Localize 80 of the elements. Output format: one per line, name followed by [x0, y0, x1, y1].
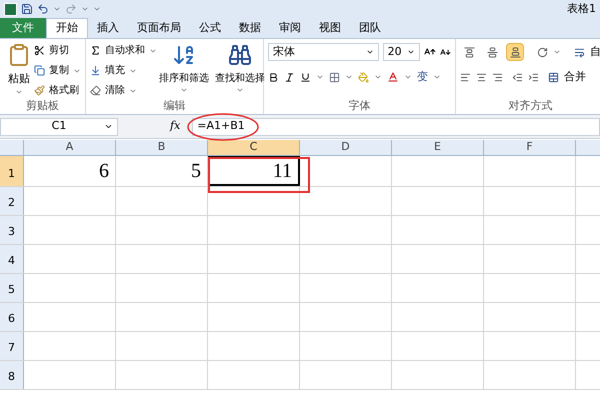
font-size-field[interactable]: 20 — [382, 43, 420, 61]
decrease-indent-icon[interactable] — [512, 72, 523, 83]
column-header[interactable]: A — [24, 140, 116, 155]
merge-label: 合并 — [564, 69, 586, 85]
ribbon-tab[interactable]: 公式 — [190, 18, 230, 38]
autosum-button[interactable]: 自动求和 — [105, 43, 145, 58]
find-select-button[interactable]: 查找和选择 — [215, 71, 265, 86]
vertical-align-icon — [510, 46, 520, 58]
sigma-icon[interactable] — [90, 45, 101, 56]
italic-icon[interactable] — [284, 72, 295, 83]
name-box[interactable]: C1 — [0, 118, 118, 136]
caret-icon[interactable] — [104, 122, 113, 131]
align-right-icon[interactable] — [492, 72, 503, 83]
cut-button[interactable]: 剪切 — [49, 43, 69, 58]
table-cell[interactable]: 11 — [208, 156, 300, 186]
vertical-align-icon — [464, 46, 474, 58]
orientation-icon[interactable] — [537, 46, 548, 58]
row-header[interactable]: 8 — [0, 361, 24, 389]
row-header[interactable]: 6 — [0, 303, 24, 331]
ribbon-tab[interactable]: 开始 — [46, 18, 88, 38]
font-name-field[interactable]: 宋体 — [268, 43, 379, 61]
group-label: 对齐方式 — [508, 98, 552, 114]
align-center-icon[interactable] — [476, 72, 487, 83]
ribbon-tab[interactable]: 数据 — [230, 18, 270, 38]
border-icon[interactable] — [329, 72, 340, 83]
group-label: 字体 — [348, 98, 370, 114]
ribbon-tab[interactable]: 插入 — [88, 18, 128, 38]
clear-button[interactable]: 清除 — [105, 83, 125, 98]
row-header[interactable]: 5 — [0, 274, 24, 302]
column-header[interactable]: C — [208, 140, 300, 155]
ribbon-tab[interactable]: 审阅 — [270, 18, 310, 38]
ribbon-tab[interactable]: 视图 — [310, 18, 350, 38]
caret-icon[interactable] — [407, 48, 416, 56]
row-header[interactable]: 1 — [0, 156, 24, 186]
font-color-icon[interactable] — [387, 71, 399, 84]
align-left-icon[interactable] — [460, 72, 471, 83]
row-header[interactable]: 3 — [0, 216, 24, 244]
vertical-align-button[interactable] — [506, 43, 524, 61]
bold-icon[interactable] — [268, 72, 279, 83]
fill-down-icon[interactable] — [90, 65, 101, 76]
increase-indent-icon[interactable] — [528, 72, 539, 83]
phonetic-button[interactable]: 变 — [417, 69, 428, 86]
format-painter-button[interactable]: 格式刷 — [49, 83, 79, 98]
shrink-font-icon[interactable] — [440, 46, 452, 58]
wrap-text-label: 自 — [590, 44, 600, 60]
undo-icon[interactable] — [37, 3, 49, 15]
row-header[interactable]: 4 — [0, 245, 24, 273]
caret-icon[interactable] — [366, 48, 374, 56]
sort-filter-icon[interactable] — [172, 43, 196, 67]
binoculars-icon[interactable] — [228, 43, 252, 67]
ribbon-tab[interactable]: 团队 — [350, 18, 390, 38]
scissors-icon[interactable] — [34, 45, 45, 56]
table-cell[interactable]: 6 — [24, 156, 116, 186]
column-header[interactable]: D — [300, 140, 392, 155]
group-label: 剪贴板 — [26, 98, 59, 114]
sort-filter-button[interactable]: 排序和筛选 — [159, 71, 209, 86]
window-title: 表格1 — [567, 0, 596, 17]
copy-icon[interactable] — [34, 65, 45, 76]
ribbon-tab[interactable]: 页面布局 — [128, 18, 190, 38]
paste-button[interactable]: 粘贴 — [8, 71, 30, 88]
underline-icon[interactable] — [300, 72, 311, 83]
wrap-text-icon[interactable] — [574, 46, 585, 58]
table-cell[interactable]: 5 — [116, 156, 208, 186]
column-header[interactable]: E — [392, 140, 484, 155]
function-label: fx — [170, 118, 180, 134]
save-icon[interactable] — [21, 3, 33, 15]
spreadsheet-app-icon[interactable] — [4, 2, 17, 16]
file-tab[interactable]: 文件 — [0, 18, 46, 38]
eraser-icon[interactable] — [90, 85, 101, 96]
row-header[interactable]: 2 — [0, 187, 24, 215]
row-header[interactable]: 7 — [0, 332, 24, 360]
fill-color-icon[interactable] — [358, 72, 369, 83]
merge-icon[interactable] — [548, 72, 559, 83]
copy-button[interactable]: 复制 — [49, 63, 69, 78]
group-label: 编辑 — [164, 98, 186, 114]
vertical-align-icon — [486, 46, 498, 58]
paintbrush-icon[interactable] — [34, 85, 45, 96]
formula-field[interactable]: =A1+B1 — [192, 118, 600, 136]
column-header[interactable]: F — [484, 140, 576, 155]
fill-button[interactable]: 填充 — [105, 63, 125, 78]
